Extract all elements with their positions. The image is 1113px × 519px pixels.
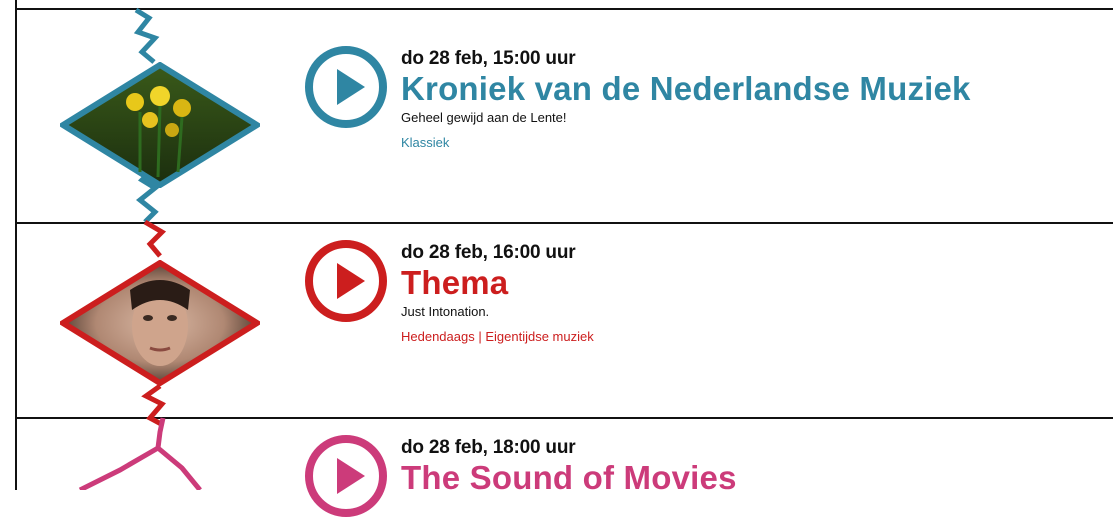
program-title[interactable]: Thema [401, 264, 594, 302]
program-row[interactable]: do 28 feb, 15:00 uur Kroniek van de Nede… [15, 30, 1113, 220]
program-meta: do 28 feb, 16:00 uur Thema Just Intonati… [401, 242, 594, 344]
play-icon[interactable] [303, 44, 389, 130]
program-date: do 28 feb, 16:00 uur [401, 242, 576, 263]
program-description: Geheel gewijd aan de Lente! [401, 110, 567, 125]
program-genre-link[interactable]: Klassiek [401, 135, 971, 150]
program-thumbnail [60, 260, 260, 386]
program-title[interactable]: The Sound of Movies [401, 459, 737, 497]
program-row[interactable]: do 28 feb, 16:00 uur Thema Just Intonati… [15, 224, 1113, 416]
program-date: do 28 feb, 15:00 uur [401, 48, 576, 69]
program-genre-link[interactable]: Hedendaags | Eigentijdse muziek [401, 329, 594, 344]
play-icon[interactable] [303, 238, 389, 324]
program-meta: do 28 feb, 15:00 uur Kroniek van de Nede… [401, 48, 971, 150]
program-row[interactable]: do 28 feb, 18:00 uur The Sound of Movies [15, 419, 1113, 517]
program-thumbnail [60, 62, 260, 188]
program-description: Just Intonation. [401, 304, 490, 319]
play-icon[interactable] [303, 433, 389, 519]
program-date: do 28 feb, 18:00 uur [401, 437, 576, 458]
program-meta: do 28 feb, 18:00 uur The Sound of Movies [401, 437, 737, 497]
program-title[interactable]: Kroniek van de Nederlandse Muziek [401, 70, 971, 108]
top-divider [15, 8, 1113, 10]
